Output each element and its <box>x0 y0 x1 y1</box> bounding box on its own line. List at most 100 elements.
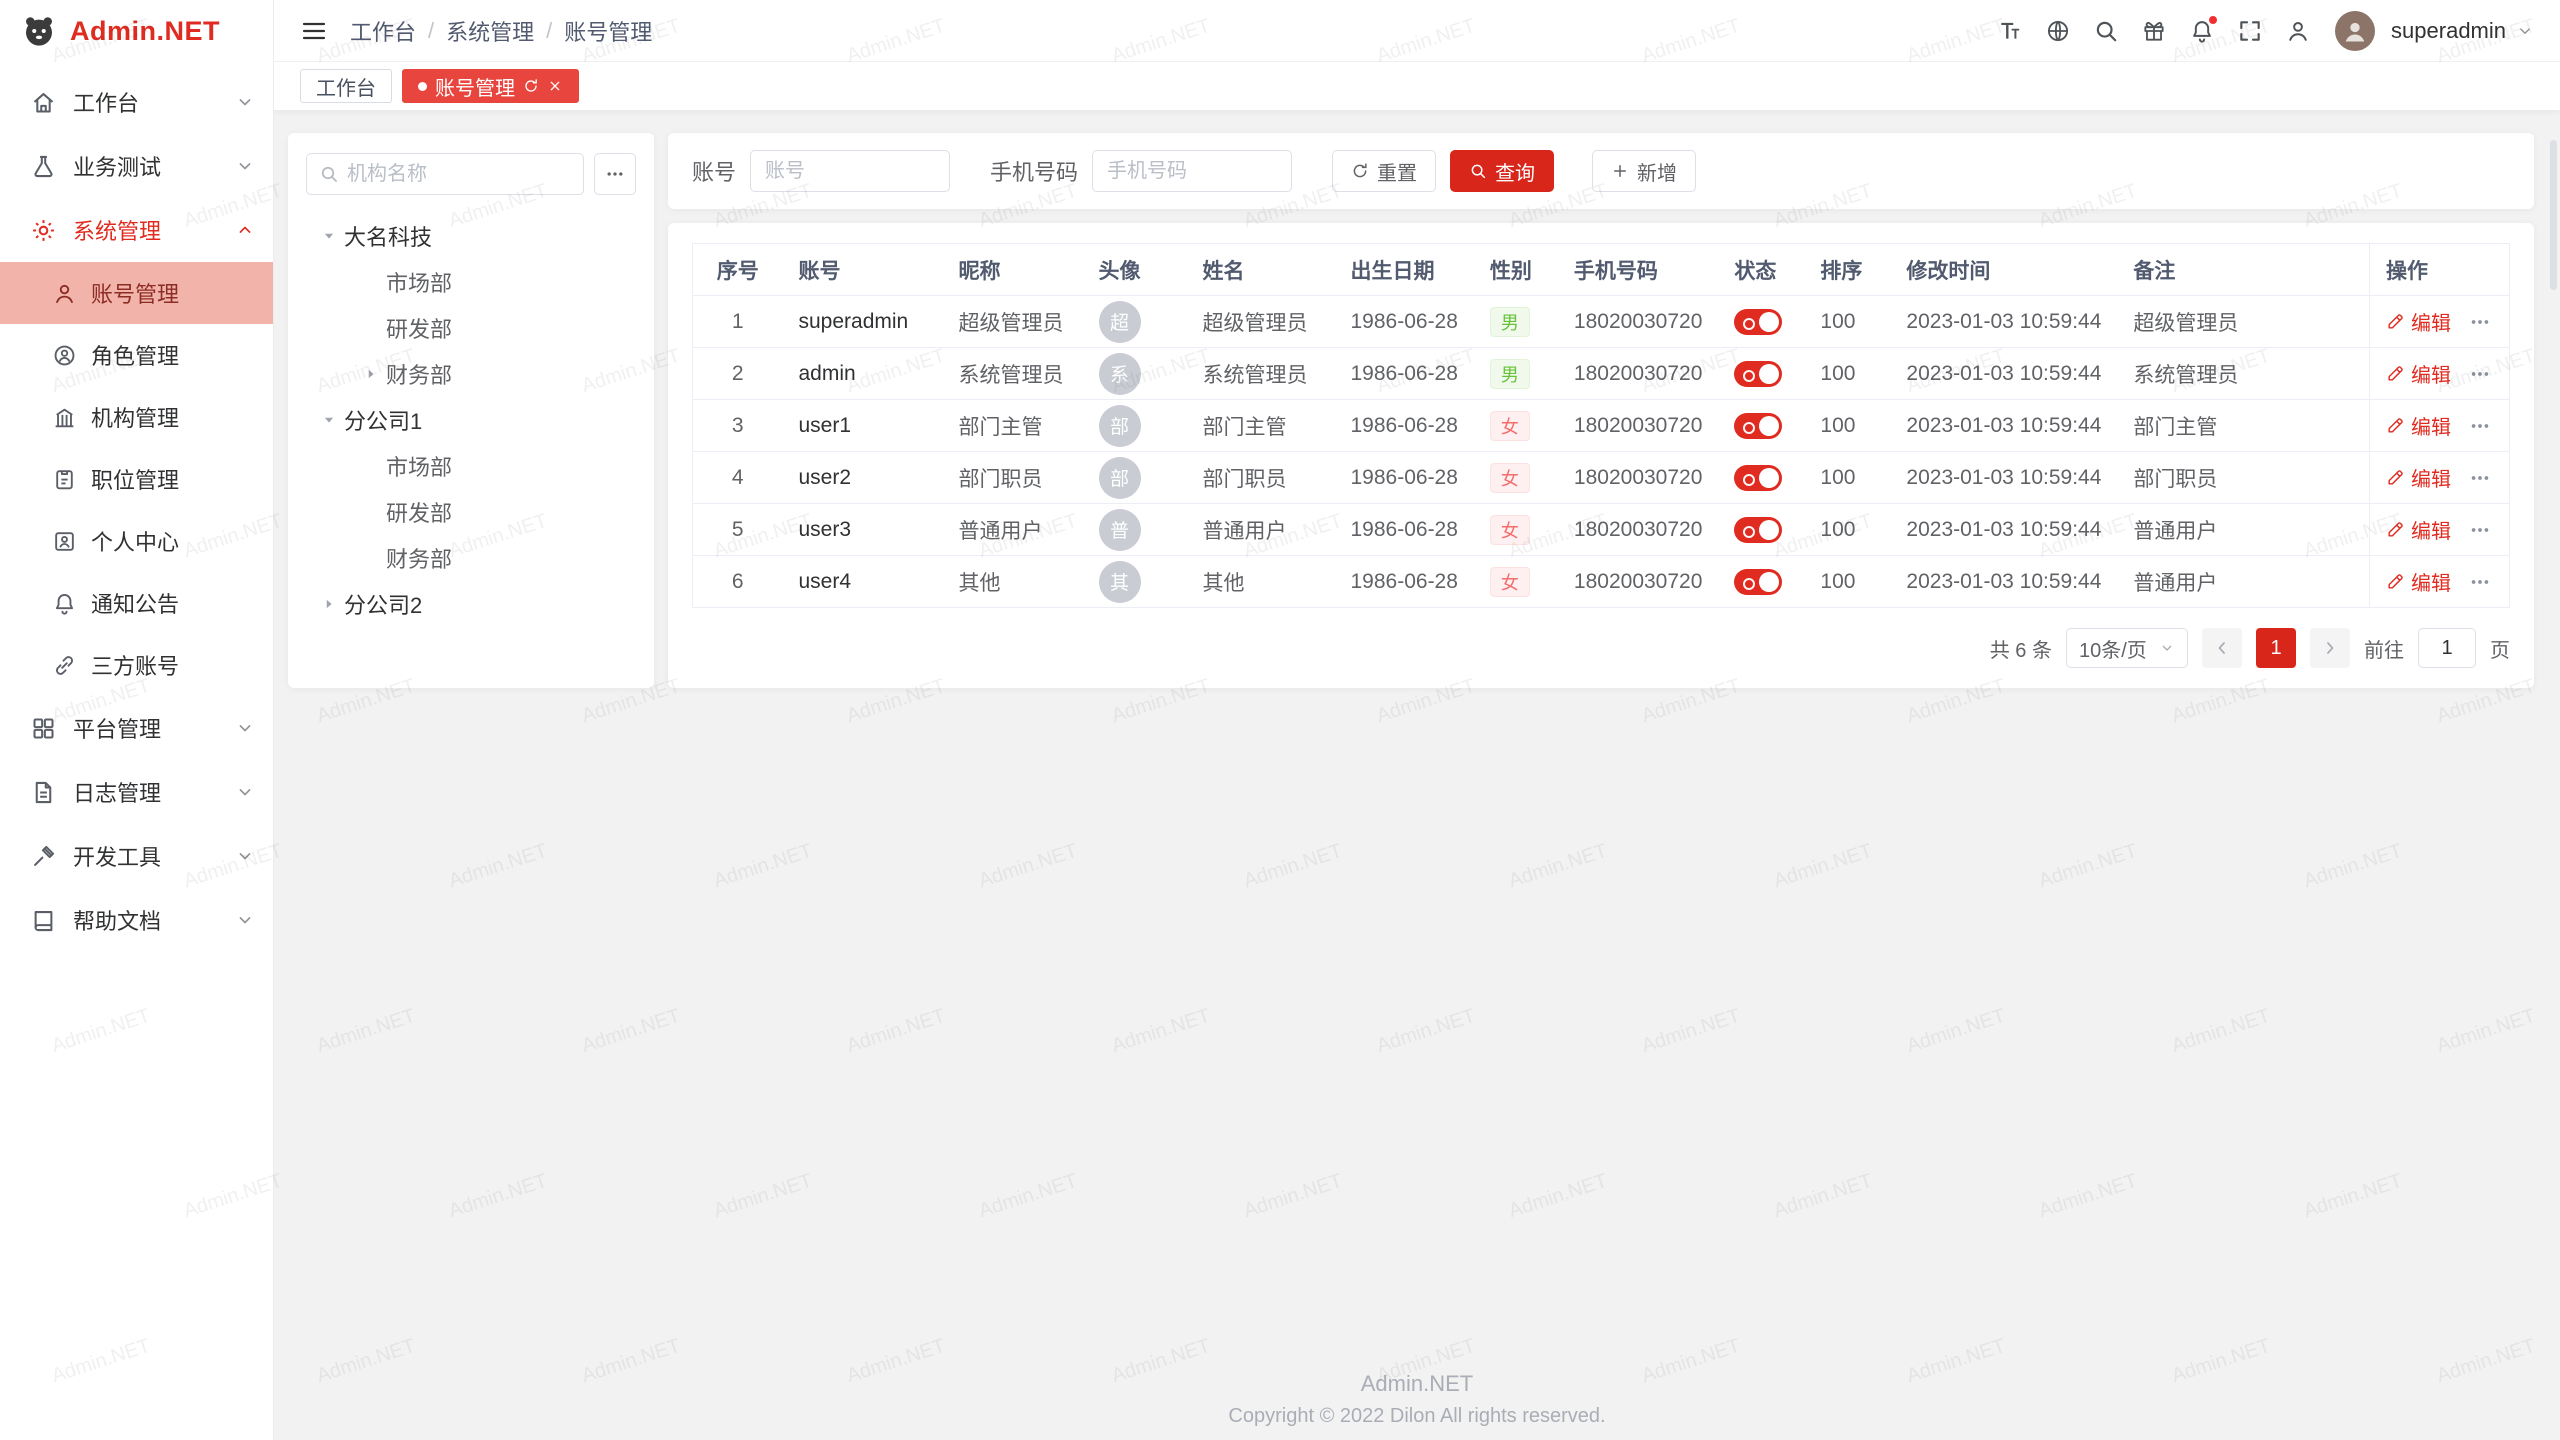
caret-placeholder <box>358 453 384 479</box>
reset-button[interactable]: 重置 <box>1332 150 1436 192</box>
tree-node-label: 分公司1 <box>344 404 422 436</box>
row-more-button[interactable] <box>2467 517 2493 543</box>
theme-icon[interactable] <box>2133 10 2175 52</box>
sidebar-subitem[interactable]: 角色管理 <box>0 324 273 386</box>
table-header-row: 序号账号昵称头像姓名出生日期性别手机号码状态排序修改时间备注操作 <box>693 244 2510 296</box>
caret-right-icon[interactable] <box>316 591 342 617</box>
status-switch[interactable] <box>1734 309 1782 335</box>
tree-node[interactable]: 财务部 <box>306 351 636 397</box>
tree-node[interactable]: 市场部 <box>306 259 636 305</box>
cell-birth: 1986-06-28 <box>1335 452 1474 504</box>
prev-page-button[interactable] <box>2202 628 2242 668</box>
status-switch[interactable] <box>1734 413 1782 439</box>
scrollbar-thumb[interactable] <box>2550 140 2557 290</box>
profile-icon[interactable] <box>2277 10 2319 52</box>
next-page-button[interactable] <box>2310 628 2350 668</box>
row-more-button[interactable] <box>2467 465 2493 491</box>
edit-button[interactable]: 编辑 <box>2386 359 2451 388</box>
caret-down-icon[interactable] <box>316 223 342 249</box>
sidebar-subitem[interactable]: 通知公告 <box>0 572 273 634</box>
edit-icon <box>2386 416 2405 435</box>
sidebar-subitem[interactable]: 个人中心 <box>0 510 273 572</box>
tree-node[interactable]: 大名科技 <box>306 213 636 259</box>
cell-status <box>1718 348 1804 400</box>
add-button[interactable]: 新增 <box>1592 150 1696 192</box>
sidebar-subitem[interactable]: 职位管理 <box>0 448 273 510</box>
language-icon[interactable] <box>2037 10 2079 52</box>
row-more-button[interactable] <box>2467 569 2493 595</box>
column-header: 状态 <box>1718 244 1804 296</box>
status-switch[interactable] <box>1734 465 1782 491</box>
chevron-down-icon[interactable] <box>2516 22 2534 40</box>
tree-node[interactable]: 市场部 <box>306 443 636 489</box>
tab-item[interactable]: 工作台 <box>300 69 392 103</box>
notification-icon[interactable] <box>2181 10 2223 52</box>
chevron-down-icon <box>235 782 255 802</box>
caret-down-icon[interactable] <box>316 407 342 433</box>
row-more-button[interactable] <box>2467 361 2493 387</box>
header-actions: superadmin <box>1989 10 2534 52</box>
sidebar-subitem[interactable]: 账号管理 <box>0 262 273 324</box>
breadcrumb-item[interactable]: 账号管理 <box>564 15 652 47</box>
search-icon[interactable] <box>2085 10 2127 52</box>
username[interactable]: superadmin <box>2391 18 2506 44</box>
sidebar-item[interactable]: 开发工具 <box>0 824 273 888</box>
status-switch[interactable] <box>1734 517 1782 543</box>
font-size-icon[interactable] <box>1989 10 2031 52</box>
avatar[interactable] <box>2335 11 2375 51</box>
cell-gender: 女 <box>1474 504 1558 556</box>
cell-avatar: 部 <box>1083 452 1187 504</box>
account-input[interactable] <box>750 150 950 192</box>
status-switch[interactable] <box>1734 569 1782 595</box>
caret-right-icon[interactable] <box>358 361 384 387</box>
table-row: 4user2部门职员部部门职员1986-06-28女18020030720100… <box>693 452 2510 504</box>
page-size-select[interactable]: 10条/页 <box>2066 628 2188 668</box>
org-search-input[interactable] <box>347 163 571 186</box>
sidebar-item[interactable]: 工作台 <box>0 70 273 134</box>
menu-toggle-icon[interactable] <box>300 17 328 45</box>
phone-input[interactable] <box>1092 150 1292 192</box>
search-button[interactable]: 查询 <box>1450 150 1554 192</box>
edit-button[interactable]: 编辑 <box>2386 307 2451 336</box>
edit-button[interactable]: 编辑 <box>2386 567 2451 596</box>
tab-close-icon[interactable] <box>547 78 563 94</box>
tree-node[interactable]: 研发部 <box>306 489 636 535</box>
query-toolbar: 账号 手机号码 重置 查询 <box>668 133 2534 209</box>
org-more-button[interactable] <box>594 153 636 195</box>
edit-button[interactable]: 编辑 <box>2386 515 2451 544</box>
edit-button[interactable]: 编辑 <box>2386 411 2451 440</box>
sidebar-item[interactable]: 帮助文档 <box>0 888 273 952</box>
sidebar-subitem-label: 个人中心 <box>91 525 255 557</box>
fullscreen-icon[interactable] <box>2229 10 2271 52</box>
row-more-button[interactable] <box>2467 309 2493 335</box>
cell-birth: 1986-06-28 <box>1335 348 1474 400</box>
accounts-table: 序号账号昵称头像姓名出生日期性别手机号码状态排序修改时间备注操作 1supera… <box>692 243 2510 608</box>
tree-node[interactable]: 财务部 <box>306 535 636 581</box>
sidebar-item[interactable]: 平台管理 <box>0 696 273 760</box>
sidebar-subitem[interactable]: 机构管理 <box>0 386 273 448</box>
goto-page-input[interactable] <box>2418 628 2476 668</box>
breadcrumb-item[interactable]: 系统管理 <box>446 15 534 47</box>
page-number-button[interactable]: 1 <box>2256 628 2296 668</box>
cell-phone: 18020030720 <box>1558 556 1718 608</box>
sidebar-item[interactable]: 业务测试 <box>0 134 273 198</box>
sidebar-subitem[interactable]: 三方账号 <box>0 634 273 696</box>
cell-phone: 18020030720 <box>1558 348 1718 400</box>
tab-active[interactable]: 账号管理 <box>402 69 579 103</box>
tree-node[interactable]: 分公司2 <box>306 581 636 627</box>
sidebar-item[interactable]: 系统管理 <box>0 198 273 262</box>
reset-label: 重置 <box>1377 157 1417 186</box>
tree-node[interactable]: 研发部 <box>306 305 636 351</box>
cell-nickname: 部门主管 <box>943 400 1083 452</box>
cell-nickname: 部门职员 <box>943 452 1083 504</box>
sidebar-item[interactable]: 日志管理 <box>0 760 273 824</box>
status-switch[interactable] <box>1734 361 1782 387</box>
tab-refresh-icon[interactable] <box>523 78 539 94</box>
tree-node[interactable]: 分公司1 <box>306 397 636 443</box>
row-more-button[interactable] <box>2467 413 2493 439</box>
logo-icon <box>20 12 58 50</box>
logo[interactable]: Admin.NET <box>0 0 273 62</box>
breadcrumb-item[interactable]: 工作台 <box>350 15 416 47</box>
edit-button[interactable]: 编辑 <box>2386 463 2451 492</box>
table-row: 6user4其他其其他1986-06-28女180200307201002023… <box>693 556 2510 608</box>
